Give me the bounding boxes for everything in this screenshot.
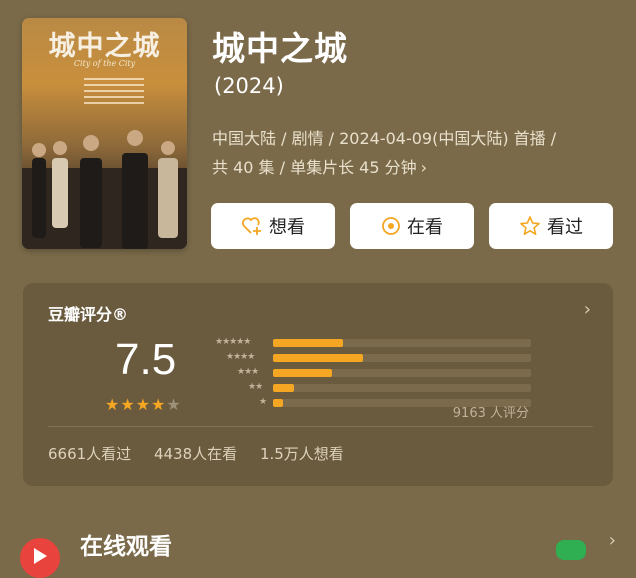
target-icon	[381, 216, 401, 236]
rating-bar-fill	[273, 369, 333, 377]
rating-card[interactable]: 豆瓣评分® › 7.5 ★★★★★ ★★★★★ ★★★★ ★★★ ★★ ★ 9163 人…	[23, 283, 613, 486]
stat-want[interactable]: 1.5万人想看	[260, 445, 344, 463]
rating-row-stars-icon: ★★★	[237, 367, 259, 377]
meta-episodes: 共 40 集 / 单集片长 45 分钟	[212, 158, 417, 177]
rating-row-3-star: ★★★	[206, 365, 536, 380]
watching-label: 在看	[407, 217, 443, 238]
rating-row-stars-icon: ★★★★	[226, 352, 255, 362]
rating-row-4-star: ★★★★	[206, 350, 536, 365]
rating-header: 豆瓣评分®	[48, 305, 129, 324]
heart-plus-icon	[241, 216, 263, 236]
rating-bar-fill	[273, 399, 284, 407]
meta-info-more[interactable]: 共 40 集 / 单集片长 45 分钟 ›	[212, 154, 427, 178]
play-icon	[20, 538, 60, 578]
divider	[48, 426, 593, 427]
stat-watching[interactable]: 4438人在看	[154, 445, 237, 463]
rating-stars: ★★★★★	[105, 395, 182, 414]
rating-row-stars-icon: ★★★★★	[215, 337, 251, 347]
rating-bar-fill	[273, 339, 343, 347]
page-title: 城中之城	[212, 29, 348, 68]
rating-bar-track	[273, 369, 531, 377]
chevron-right-icon[interactable]: ›	[584, 299, 591, 320]
rating-row-5-star: ★★★★★	[206, 335, 536, 350]
want-label: 想看	[269, 217, 305, 238]
online-watch-section[interactable]: 在线观看 ›	[0, 520, 636, 578]
online-watch-title: 在线观看	[80, 534, 172, 560]
poster-subtitle: City of the City	[73, 59, 136, 68]
rating-bar-track	[273, 354, 531, 362]
rating-score: 7.5	[115, 335, 177, 384]
rating-row-stars-icon: ★★	[248, 382, 263, 392]
watched-label: 看过	[547, 217, 583, 238]
rating-row-stars-icon: ★	[259, 397, 267, 407]
rating-bar-track	[273, 384, 531, 392]
star-filled-icon: ★	[105, 395, 121, 414]
watched-button[interactable]: 看过	[489, 203, 613, 249]
chevron-right-icon[interactable]: ›	[609, 530, 616, 551]
poster-title: 城中之城	[48, 31, 161, 62]
platform-badge-icon	[556, 540, 586, 560]
meta-info: 中国大陆 / 剧情 / 2024-04-09(中国大陆) 首播 /	[212, 129, 557, 148]
release-year: (2024)	[214, 74, 284, 98]
poster-image[interactable]: 城中之城 City of the City	[22, 18, 187, 249]
rating-bar-track	[273, 339, 531, 347]
star-icon	[519, 216, 541, 236]
star-filled-icon: ★	[135, 395, 152, 414]
rating-bar-fill	[273, 384, 294, 392]
rating-count: 9163 人评分	[452, 406, 529, 421]
want-button[interactable]: 想看	[211, 203, 335, 249]
stat-watched[interactable]: 6661人看过	[48, 445, 131, 463]
rating-bar-fill	[273, 354, 364, 362]
rating-row-2-star: ★★	[206, 380, 536, 395]
poster-credits	[84, 74, 144, 108]
rating-distribution: ★★★★★ ★★★★ ★★★ ★★ ★	[206, 335, 536, 410]
chevron-right-icon: ›	[420, 158, 428, 177]
star-empty-icon: ★	[166, 395, 182, 414]
star-filled-icon: ★	[120, 395, 136, 414]
watching-button[interactable]: 在看	[350, 203, 474, 249]
star-filled-icon: ★	[151, 395, 167, 414]
audience-stats: 6661人看过 4438人在看 1.5万人想看	[48, 443, 362, 464]
